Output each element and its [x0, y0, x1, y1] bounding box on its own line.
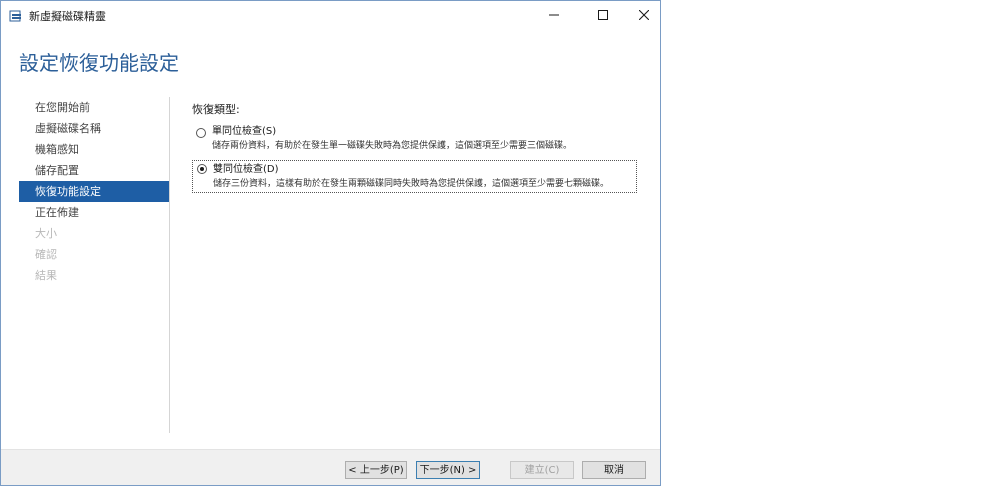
step-virtual-disk-name[interactable]: 虛擬磁碟名稱 [19, 118, 169, 139]
previous-button[interactable]: < 上一步(P) [345, 461, 407, 479]
cancel-button[interactable]: 取消 [582, 461, 646, 479]
wizard-footer: < 上一步(P) 下一步(N) > 建立(C) 取消 [1, 449, 660, 485]
title-bar: 新虛擬磁碟精靈 [1, 1, 660, 29]
step-results: 結果 [35, 269, 57, 282]
single-parity-radio[interactable] [196, 128, 206, 138]
minimize-icon [548, 14, 559, 16]
minimize-button[interactable] [535, 1, 572, 29]
app-icon [9, 8, 23, 22]
step-storage-layout[interactable]: 儲存配置 [19, 160, 169, 181]
window-title: 新虛擬磁碟精靈 [29, 10, 106, 23]
step-enclosure-awareness[interactable]: 機箱感知 [19, 139, 169, 160]
step-before-you-begin[interactable]: 在您開始前 [19, 97, 169, 118]
create-button: 建立(C) [510, 461, 574, 479]
wizard-window: 新虛擬磁碟精靈 設定恢復功能設定 在您開始前 虛擬磁碟名稱 機箱感知 儲存配置 … [0, 0, 661, 486]
close-icon [638, 10, 649, 20]
close-button[interactable] [625, 1, 660, 29]
next-button[interactable]: 下一步(N) > [416, 461, 480, 479]
step-provisioning[interactable]: 正在佈建 [19, 202, 169, 223]
page-title: 設定恢復功能設定 [19, 51, 179, 75]
maximize-icon [597, 10, 608, 20]
single-parity-title: 單同位檢查(S) [212, 126, 277, 137]
step-resiliency-settings[interactable]: 恢復功能設定 [19, 181, 169, 202]
sidebar-divider [169, 97, 170, 433]
single-parity-description: 儲存兩份資料，有助於在發生單一磁碟失敗時為您提供保護，這個選項至少需要三個磁碟。 [212, 141, 573, 151]
step-confirmation: 確認 [35, 248, 57, 261]
step-size: 大小 [35, 227, 57, 240]
dual-parity-title: 雙同位檢查(D) [213, 164, 279, 175]
dual-parity-option[interactable]: 雙同位檢查(D) 儲存三份資料，這樣有助於在發生兩顆磁碟同時失敗時為您提供保護，… [192, 160, 637, 193]
resiliency-panel: 恢復類型: 單同位檢查(S) 儲存兩份資料，有助於在發生單一磁碟失敗時為您提供保… [192, 101, 652, 201]
dual-parity-description: 儲存三份資料，這樣有助於在發生兩顆磁碟同時失敗時為您提供保護，這個選項至少需要七… [213, 179, 610, 189]
dual-parity-radio[interactable] [197, 164, 207, 174]
maximize-button[interactable] [584, 1, 621, 29]
wizard-steps: 在您開始前 虛擬磁碟名稱 機箱感知 儲存配置 恢復功能設定 正在佈建 大小 確認… [19, 97, 169, 286]
single-parity-option[interactable]: 單同位檢查(S) 儲存兩份資料，有助於在發生單一磁碟失敗時為您提供保護，這個選項… [192, 125, 652, 152]
resiliency-type-label: 恢復類型: [192, 103, 240, 116]
